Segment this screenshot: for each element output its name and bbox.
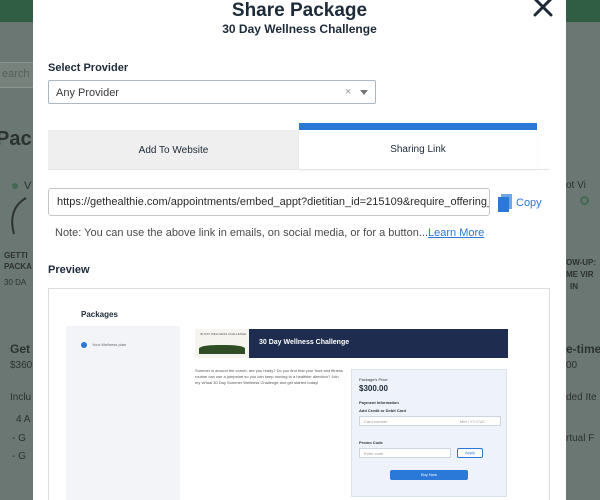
background-right-price: 00	[566, 360, 578, 371]
preview-label: Preview	[48, 264, 90, 276]
learn-more-link[interactable]: Learn More	[428, 227, 484, 239]
modal-title: Share Package	[231, 0, 368, 21]
copy-button-label: Copy	[516, 197, 542, 209]
preview-checkout-card: Package's Price $300.00 Payment Informat…	[351, 369, 507, 497]
background-right-label: OW-UP:	[566, 258, 597, 267]
background-list-item: 4 A	[16, 414, 31, 425]
preview-banner-title: 30 Day Wellness Challenge	[259, 339, 350, 346]
provider-select[interactable]: Any Provider ×	[48, 80, 376, 104]
tab-sharing-link[interactable]: Sharing Link	[299, 123, 537, 170]
preview-banner-image: 30 DAY WELLNESS CHALLENGE	[195, 329, 249, 358]
background-right-status: ot Vi	[566, 180, 586, 191]
preview-payment-info: Payment Information	[359, 400, 399, 405]
sharing-link-field[interactable]: https://gethealthie.com/appointments/emb…	[48, 188, 490, 216]
background-right-label: IN	[570, 282, 578, 291]
background-status-text: V	[24, 180, 32, 192]
sharing-note: Note: You can use the above link in emai…	[55, 227, 484, 239]
preview-sidebar-radio-icon	[81, 342, 87, 348]
preview-banner-image-text: 30 DAY WELLNESS CHALLENGE	[200, 332, 247, 336]
tab-add-to-website[interactable]: Add To Website	[48, 130, 299, 170]
preview-card-placeholder: Card number	[364, 419, 388, 424]
provider-select-value: Any Provider	[56, 87, 119, 99]
tabs-divider	[48, 169, 550, 170]
preview-price-label: Package's Price	[359, 377, 388, 382]
background-list-item: - G	[12, 433, 26, 444]
preview-frame: Packages Your Wellness plan 30 DAY WELLN…	[48, 288, 550, 500]
background-status-dot	[12, 183, 18, 189]
close-button[interactable]	[530, 0, 556, 20]
background-card-label: GETTI PACKA	[4, 251, 32, 271]
background-right-item: rtual F	[566, 433, 595, 444]
preview-package-banner: 30 DAY WELLNESS CHALLENGE 30 Day Wellnes…	[195, 329, 508, 358]
background-card-sub: 30 DA	[4, 278, 27, 287]
select-provider-label: Select Provider	[48, 62, 129, 74]
background-right-heading: e-time	[566, 342, 600, 356]
background-card-included: Inclu	[10, 392, 32, 403]
modal-subtitle: 30 Day Wellness Challenge	[222, 22, 377, 36]
preview-promo-placeholder: Enter code	[364, 451, 384, 456]
preview-banner-landscape	[199, 345, 245, 354]
background-card-heading: Get	[10, 342, 31, 356]
preview-card-label: Add Credit or Debit Card	[359, 408, 406, 413]
preview-apply-button: Apply	[457, 448, 483, 458]
preview-promo-label: Promo Code	[359, 440, 383, 445]
tab-label: Sharing Link	[390, 144, 446, 155]
clear-selection-icon[interactable]: ×	[345, 86, 351, 98]
preview-price-value: $300.00	[359, 384, 388, 393]
background-list-item: - G	[12, 451, 26, 462]
sharing-note-text: Note: You can use the above link in emai…	[55, 227, 429, 239]
chevron-down-icon[interactable]	[360, 90, 368, 95]
tab-label: Add To Website	[138, 145, 209, 156]
preview-packages-heading: Packages	[81, 310, 118, 319]
preview-sidebar-item: Your Wellness plan	[92, 342, 127, 347]
background-search-text: earch	[2, 68, 30, 80]
preview-promo-input: Enter code	[359, 448, 451, 458]
background-right-label: ME VIR	[566, 270, 594, 279]
preview-description: Summer is around the corner, are you rea…	[195, 368, 343, 385]
sharing-link-value: https://gethealthie.com/appointments/emb…	[57, 196, 490, 208]
preview-buy-now-button: Buy Now	[390, 470, 468, 480]
background-right-icon	[580, 196, 589, 205]
share-package-modal: Share Package 30 Day Wellness Challenge …	[33, 0, 566, 500]
background-chart-curve-icon	[11, 197, 27, 235]
preview-sidebar: Your Wellness plan	[66, 326, 180, 500]
background-right-included: ded Ite	[566, 392, 597, 403]
copy-icon	[498, 194, 512, 212]
close-icon	[533, 0, 553, 17]
background-card-price: $360	[10, 360, 33, 371]
preview-card-suffix: MM / YY CVC	[460, 419, 485, 424]
preview-card-input: Card number MM / YY CVC	[359, 416, 501, 426]
